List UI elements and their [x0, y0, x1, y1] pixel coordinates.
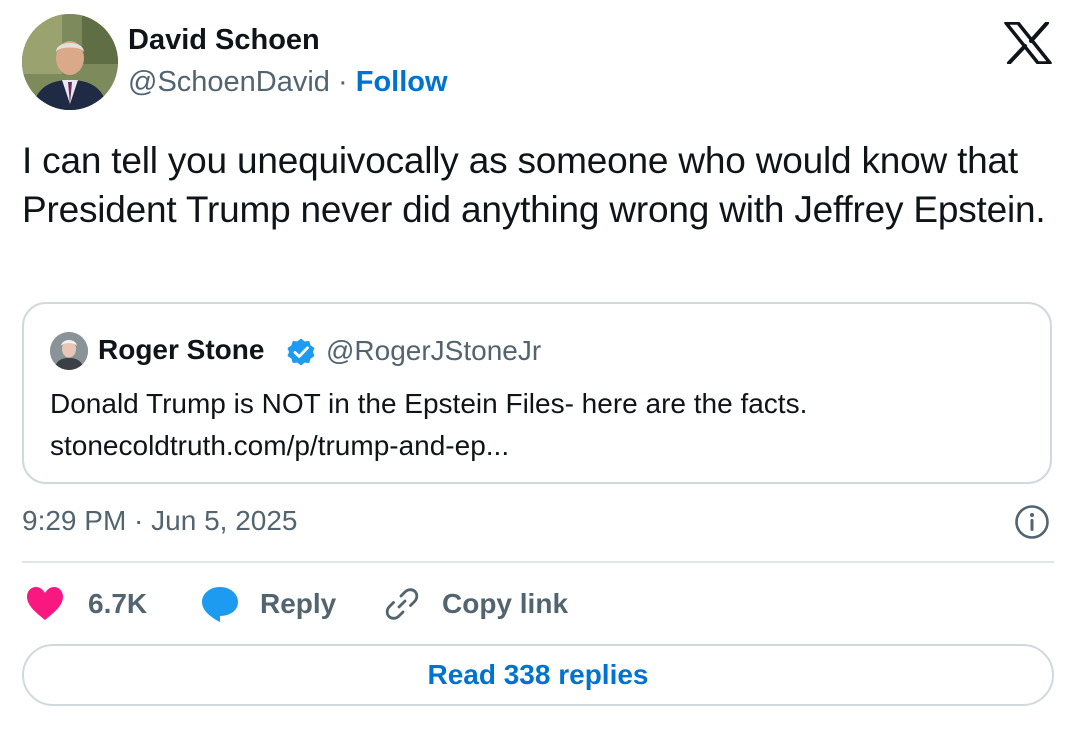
handle-separator: ·: [338, 66, 348, 98]
like-count: 6.7K: [88, 588, 148, 619]
tweet-text: I can tell you unequivocally as someone …: [22, 140, 1046, 230]
author-handle[interactable]: @SchoenDavid: [128, 66, 330, 98]
x-logo-icon[interactable]: [1004, 21, 1052, 65]
copy-link-button[interactable]: Copy link: [384, 582, 568, 626]
quoted-author-name[interactable]: Roger Stone: [98, 334, 264, 366]
quoted-tweet-text: Donald Trump is NOT in the Epstein Files…: [50, 388, 808, 419]
author-handle-row: @SchoenDavid · Follow: [128, 66, 448, 99]
quoted-tweet-link[interactable]: stonecoldtruth.com/p/trump-and-ep...: [50, 426, 509, 466]
reply-button[interactable]: Reply: [200, 582, 336, 626]
verified-badge-icon: [286, 337, 316, 367]
divider: [22, 561, 1054, 563]
like-button[interactable]: 6.7K: [26, 582, 147, 626]
read-replies-button[interactable]: Read 338 replies: [22, 644, 1054, 706]
author-name[interactable]: David Schoen: [128, 24, 320, 57]
reply-label: Reply: [260, 588, 337, 619]
tweet-timestamp[interactable]: 9:29 PM · Jun 5, 2025: [22, 505, 298, 537]
quoted-author-avatar[interactable]: [50, 332, 88, 370]
author-avatar[interactable]: [22, 14, 118, 110]
info-icon[interactable]: [1014, 504, 1050, 540]
reply-bubble-icon: [202, 587, 238, 622]
tweet-embed-card: David Schoen @SchoenDavid · Follow I can…: [0, 0, 1076, 730]
quoted-author-handle[interactable]: @RogerJStoneJr: [326, 335, 541, 367]
quoted-tweet[interactable]: Roger Stone @RogerJStoneJr Donald Trump …: [22, 302, 1052, 484]
heart-icon: [27, 587, 63, 620]
follow-button[interactable]: Follow: [356, 66, 448, 98]
copy-link-label: Copy link: [442, 588, 569, 619]
link-icon: [385, 588, 419, 620]
